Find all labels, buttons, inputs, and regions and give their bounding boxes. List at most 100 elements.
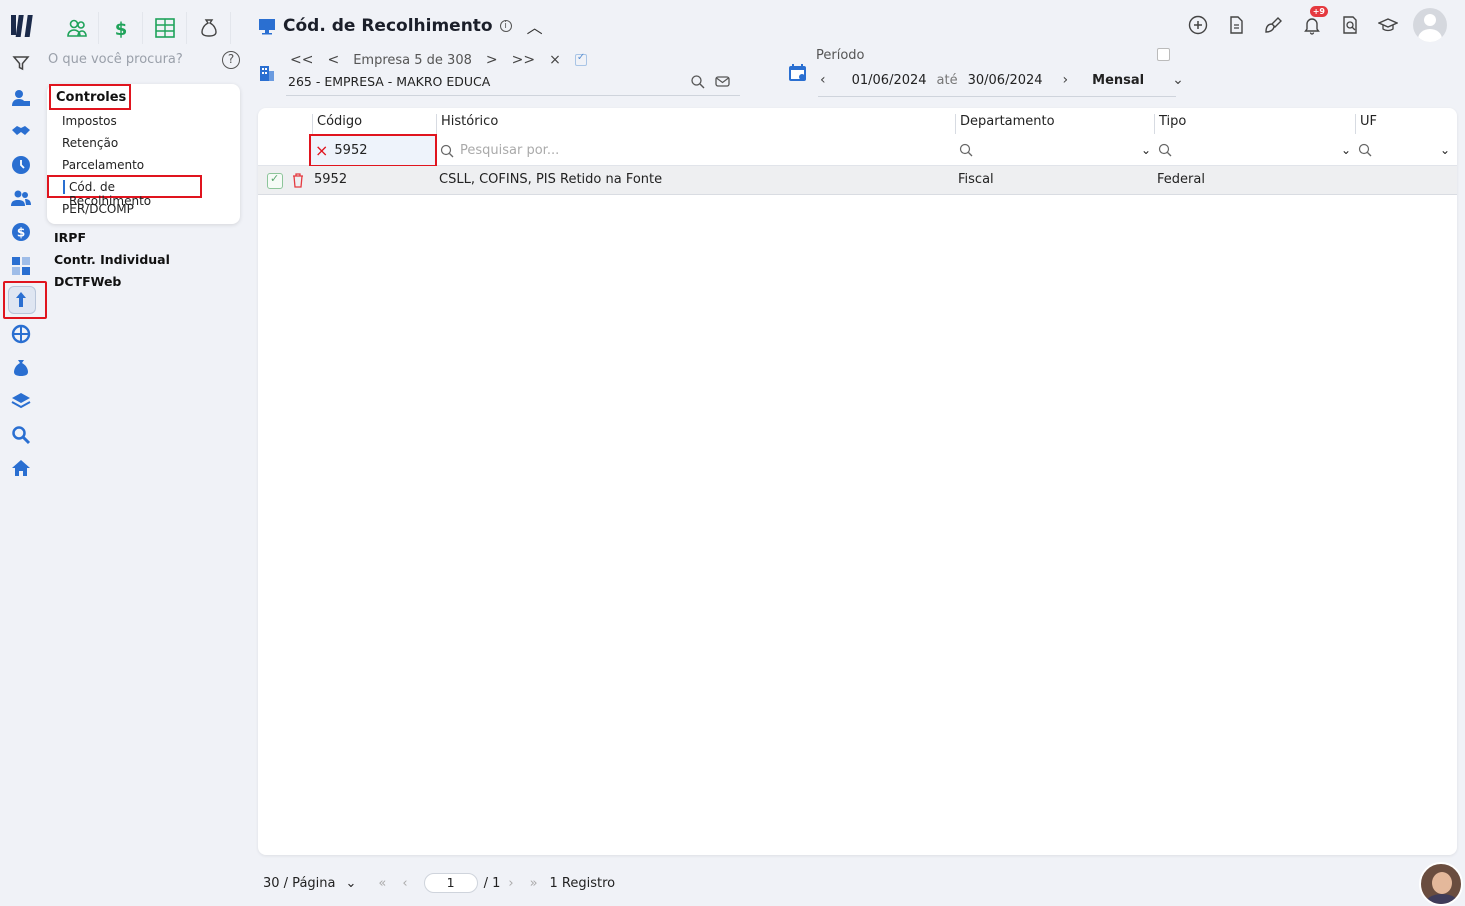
period-start[interactable]: 01/06/2024 [852,73,927,88]
quick-spreadsheet[interactable] [143,12,187,44]
tipo-filter[interactable] [1158,143,1178,157]
tax-upload-icon[interactable] [10,289,32,311]
report-search-icon [1343,16,1357,34]
page-header: Cód. de Recolhimento i ︿ [258,14,543,38]
money-bag-icon[interactable] [10,357,32,379]
menu-item-impostos[interactable]: Impostos [62,114,117,128]
plus-circle-icon [1188,15,1208,35]
search-company-icon[interactable] [690,74,705,89]
cell-codigo: 5952 [314,172,348,187]
mode-chevron-icon[interactable]: ⌄ [1172,72,1184,88]
web-icon[interactable] [10,323,32,345]
dollar-icon[interactable]: $ [10,221,32,243]
company-checkbox[interactable] [574,52,587,66]
collapse-chevron-icon[interactable]: ︿ [527,14,543,38]
quick-moneybag[interactable] [187,12,231,44]
academy-button[interactable] [1369,8,1407,42]
menu-item-cod-recolhimento[interactable]: Cód. de Recolhimento [47,175,202,208]
col-tipo[interactable]: Tipo [1154,114,1186,134]
calculator-icon[interactable] [10,255,32,277]
grid-filter-row: Pesquisar por... ⌄ ⌄ ⌄ [258,136,1457,166]
period-selector: Período ‹ 01/06/2024 até 30/06/2024 › Me… [788,46,1184,98]
table-row[interactable]: 5952 CSLL, COFINS, PIS Retido na Fonte F… [258,166,1457,195]
codigo-filter-input[interactable]: × 5952 [309,134,437,167]
row-checkbox[interactable] [267,172,283,189]
departamento-filter[interactable] [959,143,979,157]
prev-company-button[interactable]: < [327,52,339,68]
company-name[interactable]: 265 - EMPRESA - MAKRO EDUCA [288,74,490,89]
menu-item-per-dcomp[interactable]: PER/DCOMP [62,202,134,216]
historico-filter[interactable]: Pesquisar por... [440,143,559,158]
left-rail: $ [0,0,47,906]
uf-filter[interactable] [1358,143,1378,157]
prev-period-icon[interactable]: ‹ [820,72,826,88]
quick-modules: $ [55,12,231,44]
menu-item-retencao[interactable]: Retenção [62,136,118,150]
people-icon [66,19,87,37]
spreadsheet-icon [154,18,175,38]
period-end[interactable]: 30/06/2024 [968,73,1043,88]
menu-search[interactable]: O que você procura? ? [48,51,243,72]
tipo-dropdown-icon[interactable]: ⌄ [1341,143,1351,157]
user-admin-icon[interactable] [10,87,32,109]
app-logo[interactable] [10,13,36,39]
period-checkbox[interactable] [1157,48,1170,61]
records-count: 1 Registro [549,875,616,891]
info-icon[interactable]: i [499,20,512,32]
handshake-icon[interactable] [10,120,32,142]
document-icon [1230,16,1243,34]
company-selector: << < Empresa 5 de 308 > >> × 265 - EMPRE… [258,52,740,97]
clear-filter-icon[interactable]: × [315,142,328,159]
menu-item-parcelamento[interactable]: Parcelamento [62,158,144,172]
bell-icon [1304,18,1320,35]
clean-button[interactable] [1255,8,1293,42]
menu-heading-controles[interactable]: Controles [49,84,131,110]
last-company-button[interactable]: >> [512,52,535,68]
prev-page-icon[interactable]: ‹ [402,876,407,891]
help-icon[interactable]: ? [222,51,240,69]
col-historico[interactable]: Histórico [436,114,498,134]
col-departamento[interactable]: Departamento [955,114,1055,134]
home-icon[interactable] [10,457,32,479]
next-company-button[interactable]: > [486,52,498,68]
last-page-icon[interactable]: » [530,876,538,891]
first-page-icon[interactable]: « [378,876,386,891]
search-icon [1158,143,1172,157]
cell-historico: CSLL, COFINS, PIS Retido na Fonte [439,172,663,187]
period-label: Período [816,48,865,63]
users-icon[interactable] [10,187,32,209]
page-input[interactable]: 1 [423,873,478,893]
menu-section-dctfweb[interactable]: DCTFWeb [54,274,121,289]
quick-finance[interactable]: $ [99,12,143,44]
user-avatar[interactable] [1413,8,1447,42]
quick-people[interactable] [55,12,99,44]
first-company-button[interactable]: << [290,52,313,68]
report-search-button[interactable] [1331,8,1369,42]
menu-section-irpf[interactable]: IRPF [54,230,86,245]
per-page-select[interactable]: 30 / Página [263,876,335,891]
uf-dropdown-icon[interactable]: ⌄ [1440,143,1450,157]
add-button[interactable] [1179,8,1217,42]
filter-icon[interactable] [10,52,32,74]
clear-company-button[interactable]: × [549,52,561,68]
next-page-icon[interactable]: › [508,876,513,891]
period-mode[interactable]: Mensal [1092,73,1144,88]
next-period-icon[interactable]: › [1063,72,1069,88]
col-codigo[interactable]: Código [312,114,362,134]
layers-icon[interactable] [10,390,32,412]
departamento-dropdown-icon[interactable]: ⌄ [1141,143,1151,157]
menu-section-contr-individual[interactable]: Contr. Individual [54,252,170,267]
search-icon[interactable] [10,424,32,446]
mail-icon[interactable] [715,74,730,89]
clock-icon[interactable] [10,154,32,176]
notifications-button[interactable]: +9 [1293,6,1331,42]
broom-icon [1265,17,1282,33]
cell-departamento: Fiscal [958,172,994,187]
cell-tipo: Federal [1157,172,1205,187]
assistant-avatar[interactable] [1419,862,1463,906]
trash-icon[interactable] [291,172,305,188]
col-uf[interactable]: UF [1355,114,1377,134]
document-button[interactable] [1217,8,1255,42]
per-page-chevron-icon[interactable]: ⌄ [345,876,356,891]
svg-text:$: $ [17,226,25,240]
